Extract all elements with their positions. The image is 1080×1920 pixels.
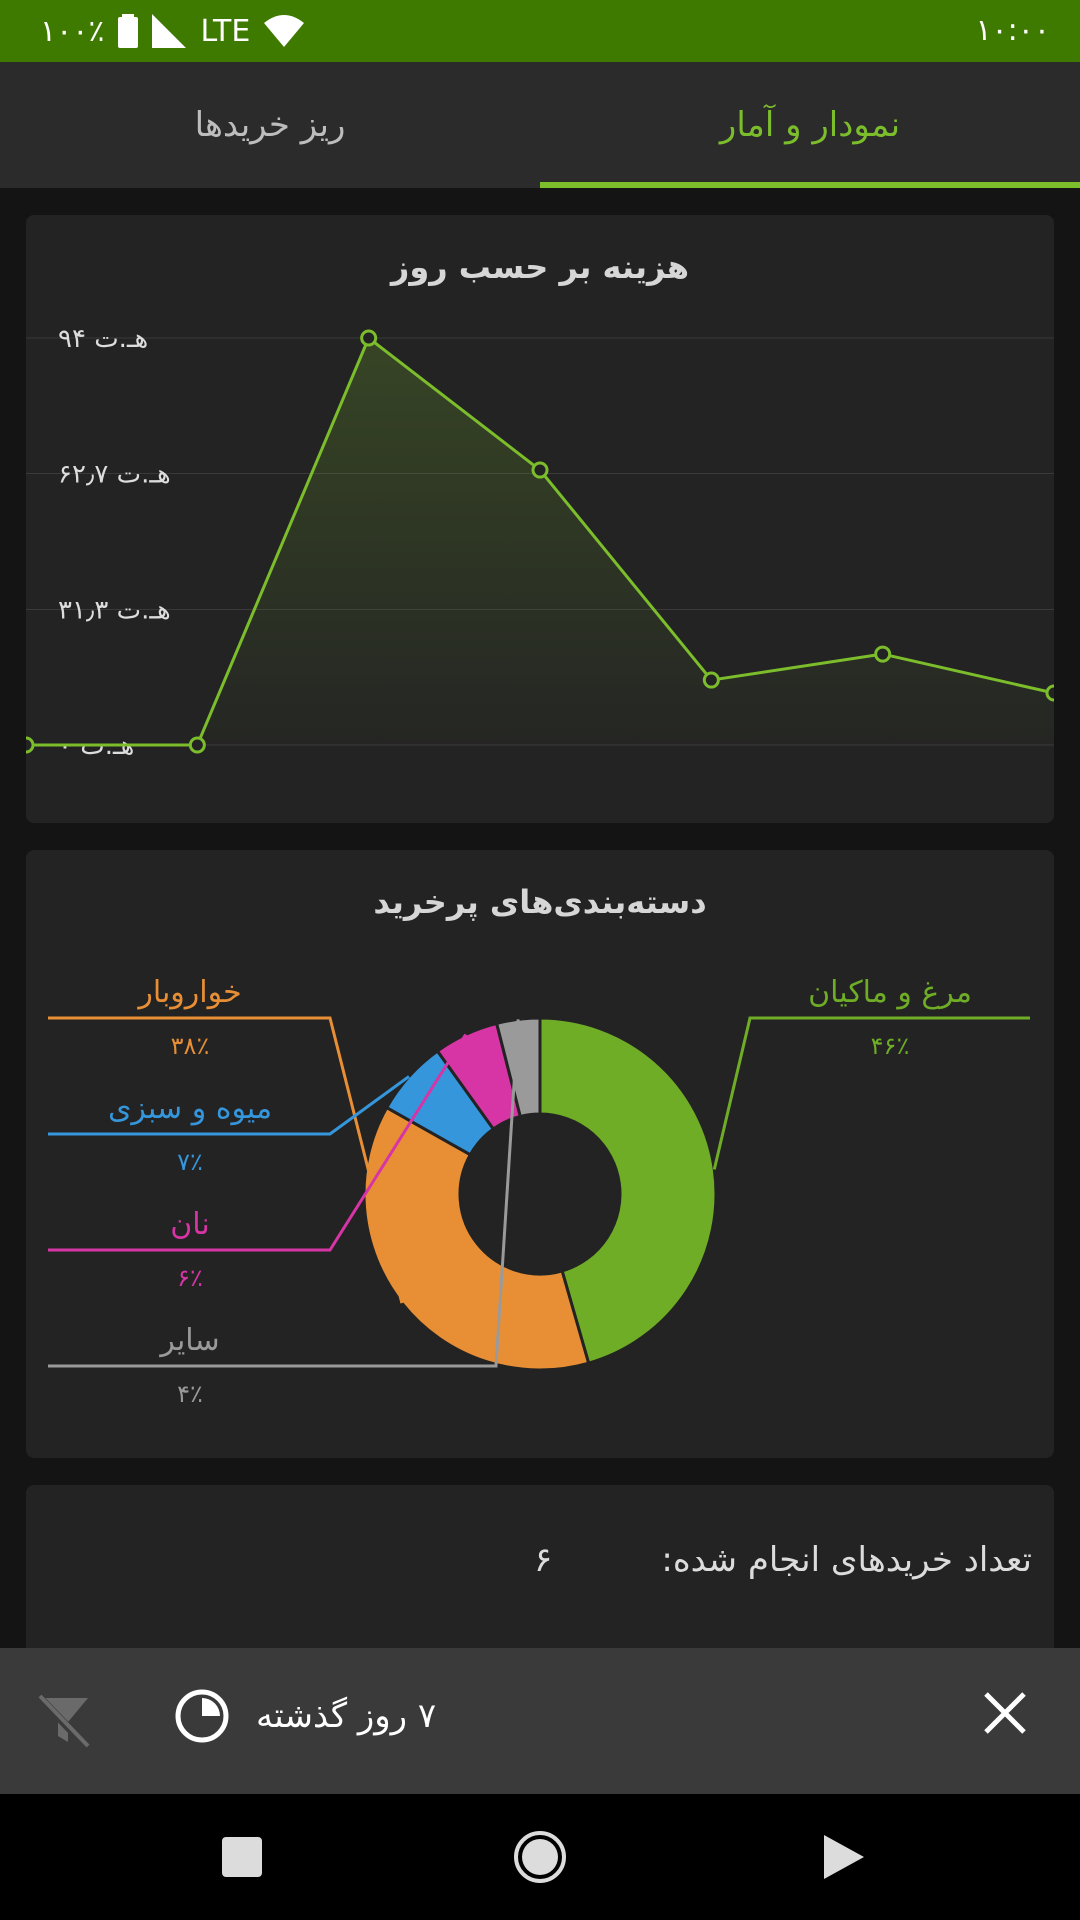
back-icon[interactable] [812, 1827, 872, 1887]
slice-percent-label: ۳۸٪ [171, 1032, 210, 1060]
slice-category-label: مرغ و ماکیان [808, 975, 972, 1010]
slice-percent-label: ۴٪ [177, 1380, 203, 1408]
close-icon[interactable] [978, 1686, 1032, 1740]
period-selector[interactable]: ۷ روز گذشته [174, 1686, 436, 1746]
data-point [26, 736, 35, 754]
tab-label: نمودار و آمار [719, 105, 901, 145]
wifi-icon [264, 15, 305, 47]
line-area-fill [26, 338, 1054, 745]
data-point [1045, 684, 1054, 702]
battery-icon [118, 14, 139, 48]
period-label: ۷ روز گذشته [256, 1696, 437, 1736]
y-axis-tick-label: ۹۴ هـ.ت [58, 324, 148, 354]
tab-bar: نمودار و آمار ریز خریدها [0, 62, 1080, 188]
slice-category-label: سایر [158, 1323, 219, 1358]
daily-cost-card: هزینه بر حسب روز ۹۴ هـ.ت ۶۲٫۷ هـ.ت ۳۱٫۳ هـ… [26, 215, 1054, 823]
slice-category-label: خواروبار [136, 975, 241, 1010]
home-icon[interactable] [510, 1827, 570, 1887]
tab-label: ریز خریدها [194, 105, 346, 145]
daily-cost-line-chart: ۹۴ هـ.ت۶۲٫۷ هـ.ت۳۱٫۳ هـ.ت۰ هـ.ت [26, 324, 1054, 761]
top-categories-card: دسته‌بندی‌های پرخرید مرغ و ماکیان ۴۶٪ خوار… [26, 850, 1054, 1458]
tab-purchase-details[interactable]: ریز خریدها [0, 62, 540, 188]
network-type: LTE [200, 13, 251, 49]
active-tab-indicator [540, 182, 1080, 188]
clock-icon [175, 1689, 229, 1743]
system-nav-bar [0, 1794, 1080, 1920]
clock-time: ۱۰:۰۰ [975, 13, 1050, 48]
status-icons: ۱۰۰٪ LTE [40, 10, 305, 52]
status-bar: ۱۰۰٪ LTE ۱۰:۰۰ [0, 0, 1080, 62]
filter-off-icon[interactable] [32, 1690, 94, 1752]
filter-panel: ۷ روز گذشته [0, 1648, 1080, 1794]
data-point [531, 461, 549, 479]
label-leader-line [48, 1016, 404, 1304]
top-categories-donut-chart: مرغ و ماکیان ۴۶٪ خواروبار ۳۸٪ میوه و سبزی ۷٪ ن… [48, 975, 1030, 1408]
slice-percent-label: ۶٪ [177, 1264, 203, 1292]
purchase-count-value: ۶ [534, 1540, 553, 1580]
slice-category-label: نان [170, 1207, 210, 1242]
data-point [702, 671, 720, 689]
data-point [360, 329, 378, 347]
tab-charts-stats[interactable]: نمودار و آمار [540, 62, 1080, 188]
slice-percent-label: ۷٪ [177, 1148, 203, 1176]
data-point [874, 645, 892, 663]
y-axis-tick-label: ۳۱٫۳ هـ.ت [58, 595, 171, 625]
data-point [188, 736, 206, 754]
recents-icon[interactable] [212, 1827, 272, 1887]
purchase-count-label: تعداد خریدهای انجام شده: [661, 1540, 1032, 1580]
signal-icon [152, 14, 187, 48]
slice-category-label: میوه و سبزی [108, 1091, 272, 1126]
battery-percent: ۱۰۰٪ [40, 13, 105, 49]
slice-percent-label: ۴۶٪ [871, 1032, 910, 1060]
y-axis-tick-label: ۶۲٫۷ هـ.ت [58, 460, 171, 490]
